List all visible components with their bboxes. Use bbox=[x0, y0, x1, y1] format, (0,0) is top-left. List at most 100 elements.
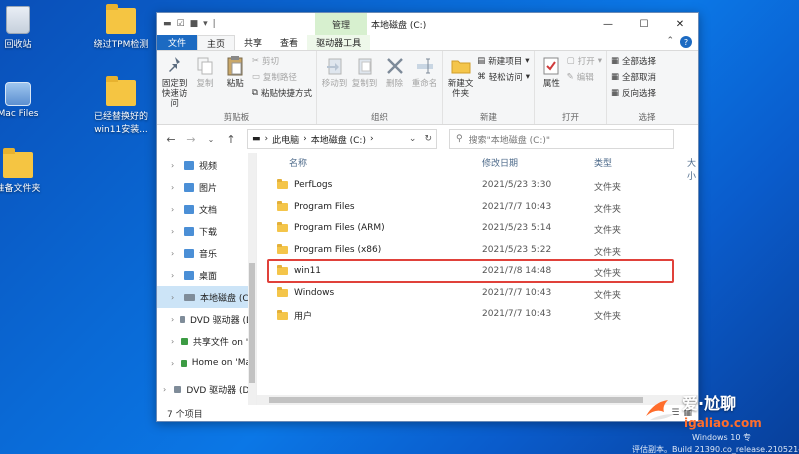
address-dropdown-icon[interactable]: ⌄ bbox=[409, 134, 417, 144]
nav-item-dvd-drive-root[interactable]: › DVD 驱动器 (D:) bbox=[157, 378, 256, 400]
file-row[interactable]: Program Files (x86) 2021/5/23 5:22 文件夹 bbox=[257, 240, 698, 262]
scrollbar-thumb[interactable] bbox=[269, 397, 643, 403]
column-header-name[interactable]: 名称 bbox=[289, 156, 307, 169]
nav-item-label: 本地磁盘 (C:) bbox=[200, 293, 256, 304]
copy-path-button[interactable]: ▭ 复制路径 bbox=[252, 71, 312, 83]
nav-item-dvd-drive[interactable]: › DVD 驱动器 (D: bbox=[157, 308, 256, 330]
move-to-button[interactable]: 移动到 bbox=[321, 54, 348, 110]
scrollbar-thumb[interactable] bbox=[249, 263, 255, 383]
file-row[interactable]: 用户 2021/7/7 10:43 文件夹 bbox=[257, 304, 698, 326]
paste-shortcut-button[interactable]: ⧉ 粘贴快捷方式 bbox=[252, 87, 312, 99]
select-all-button[interactable]: ▦ 全部选择 bbox=[611, 55, 656, 67]
recent-dropdown-icon[interactable]: ⌄ bbox=[203, 131, 219, 147]
ribbon-group-label: 选择 bbox=[638, 113, 656, 123]
folder-icon bbox=[277, 243, 288, 254]
horizontal-scrollbar[interactable] bbox=[257, 395, 698, 405]
delete-button[interactable]: 删除 bbox=[381, 54, 408, 110]
paste-button[interactable]: 粘贴 bbox=[222, 54, 249, 110]
nav-item-music[interactable]: › 音乐 bbox=[157, 242, 256, 264]
file-date: 2021/7/8 14:48 bbox=[482, 266, 552, 276]
expand-chevron-icon[interactable]: › bbox=[171, 227, 179, 236]
rename-button[interactable]: 重命名 bbox=[411, 54, 438, 110]
expand-chevron-icon[interactable]: › bbox=[171, 315, 175, 324]
file-row[interactable]: PerfLogs 2021/5/23 3:30 文件夹 bbox=[257, 175, 698, 197]
new-folder-button[interactable]: 新建文件夹 bbox=[447, 54, 474, 110]
new-folder-qat-icon[interactable]: ■ bbox=[190, 19, 199, 29]
expand-chevron-icon[interactable]: › bbox=[171, 205, 179, 214]
nav-item-videos[interactable]: › 视频 bbox=[157, 154, 256, 176]
file-row-win11[interactable]: win11 2021/7/8 14:48 文件夹 bbox=[257, 259, 698, 283]
expand-chevron-icon[interactable]: › bbox=[171, 293, 179, 302]
navigation-pane-scrollbar[interactable] bbox=[248, 153, 256, 405]
expand-chevron-icon[interactable]: › bbox=[171, 249, 179, 258]
nav-item-shared-files[interactable]: › 共享文件 on 'M bbox=[157, 330, 256, 352]
tab-home[interactable]: 主页 bbox=[197, 35, 236, 50]
nav-item-pictures[interactable]: › 图片 bbox=[157, 176, 256, 198]
search-box[interactable]: ⚲ 搜索"本地磁盘 (C:)" bbox=[449, 129, 674, 149]
expand-chevron-icon[interactable]: › bbox=[171, 337, 176, 346]
tab-drive-tools[interactable]: 驱动器工具 bbox=[307, 35, 371, 50]
select-none-button[interactable]: ▦ 全部取消 bbox=[611, 71, 656, 83]
file-row[interactable]: Program Files 2021/7/7 10:43 文件夹 bbox=[257, 197, 698, 219]
desktop-icon-label: Mac Files bbox=[0, 109, 39, 119]
desktop-icon-win11-installer[interactable]: 已经替换好的win11安装... bbox=[86, 76, 156, 135]
forward-arrow-icon[interactable]: → bbox=[183, 131, 199, 147]
close-button[interactable]: ✕ bbox=[662, 13, 698, 35]
edit-button[interactable]: ✎ 编辑 bbox=[567, 71, 602, 83]
nav-item-downloads[interactable]: › 下载 bbox=[157, 220, 256, 242]
new-item-button[interactable]: ▤ 新建项目 ▾ bbox=[477, 55, 530, 67]
help-icon[interactable]: ? bbox=[680, 36, 692, 48]
status-bar: 7 个项目 ☰ ▦ bbox=[157, 405, 698, 421]
downloads-folder-icon bbox=[184, 226, 194, 236]
nav-item-desktop[interactable]: › 桌面 bbox=[157, 264, 256, 286]
expand-chevron-icon[interactable]: › bbox=[171, 161, 179, 170]
pin-quick-access-button[interactable]: 固定到快速访问 bbox=[161, 54, 188, 110]
copy-button[interactable]: 复制 bbox=[191, 54, 218, 110]
ribbon-group-label: 剪贴板 bbox=[223, 113, 250, 123]
back-arrow-icon[interactable]: ← bbox=[163, 131, 179, 147]
desktop-icon-folder[interactable]: 准备文件夹 bbox=[0, 148, 53, 194]
desktop-icon-mac-files[interactable]: Mac Files bbox=[0, 82, 53, 119]
properties-label: 属性 bbox=[542, 79, 560, 89]
easy-access-button[interactable]: ⌘ 轻松访问 ▾ bbox=[477, 71, 530, 83]
tab-view[interactable]: 查看 bbox=[271, 35, 307, 50]
nav-item-documents[interactable]: › 文档 bbox=[157, 198, 256, 220]
expand-chevron-icon[interactable]: › bbox=[171, 359, 176, 368]
nav-item-label: DVD 驱动器 (D: bbox=[189, 315, 256, 326]
context-tab-manage[interactable]: 管理 bbox=[315, 13, 367, 35]
separator-icon: | bbox=[212, 19, 216, 29]
up-arrow-icon[interactable]: ↑ bbox=[223, 131, 239, 147]
expand-chevron-icon[interactable]: › bbox=[171, 183, 179, 192]
breadcrumb-this-pc[interactable]: 此电脑 bbox=[272, 133, 299, 146]
file-row[interactable]: Windows 2021/7/7 10:43 文件夹 bbox=[257, 283, 698, 305]
file-type: 文件夹 bbox=[594, 312, 622, 322]
watermark-logo-icon bbox=[646, 400, 674, 420]
address-bar[interactable]: ▬ › 此电脑 › 本地磁盘 (C:) › ⌄ ↻ bbox=[247, 129, 437, 149]
copy-to-button[interactable]: 复制到 bbox=[351, 54, 378, 110]
properties-qat-icon[interactable]: ☑ bbox=[177, 19, 185, 29]
address-chevron-icon: › bbox=[369, 134, 374, 144]
refresh-icon[interactable]: ↻ bbox=[424, 134, 432, 144]
minimize-button[interactable]: — bbox=[590, 13, 626, 35]
column-header-date-modified[interactable]: 修改日期 bbox=[482, 156, 518, 169]
nav-item-home-on-mac[interactable]: › Home on 'Mac bbox=[157, 352, 256, 374]
file-row[interactable]: Program Files (ARM) 2021/5/23 5:14 文件夹 bbox=[257, 218, 698, 240]
expand-chevron-icon[interactable]: › bbox=[163, 385, 169, 394]
column-header-type[interactable]: 类型 bbox=[594, 156, 612, 169]
expand-chevron-icon[interactable]: › bbox=[171, 271, 179, 280]
open-button[interactable]: ▢ 打开 ▾ bbox=[567, 55, 602, 67]
navigation-bar: ← → ⌄ ↑ ▬ › 此电脑 › 本地磁盘 (C:) › ⌄ ↻ ⚲ 搜索"本… bbox=[157, 125, 698, 153]
tab-file[interactable]: 文件 bbox=[157, 35, 198, 50]
tab-share[interactable]: 共享 bbox=[235, 35, 271, 50]
cut-button[interactable]: ✂ 剪切 bbox=[252, 55, 312, 67]
file-type: 文件夹 bbox=[594, 226, 622, 236]
qat-dropdown-icon[interactable]: ▾ bbox=[203, 19, 208, 29]
nav-item-local-disk-c[interactable]: › 本地磁盘 (C:) bbox=[157, 286, 256, 308]
desktop-icon-bypass-tpm[interactable]: 绕过TPM检测 bbox=[86, 4, 156, 50]
desktop-icon-recycle-bin[interactable]: 回收站 bbox=[0, 6, 53, 50]
collapse-ribbon-icon[interactable]: ⌃ bbox=[666, 36, 674, 46]
properties-button[interactable]: 属性 bbox=[539, 54, 564, 110]
breadcrumb-local-disk[interactable]: 本地磁盘 (C:) bbox=[311, 133, 366, 146]
invert-selection-button[interactable]: ▦ 反向选择 bbox=[611, 87, 656, 99]
maximize-button[interactable]: ☐ bbox=[626, 13, 662, 35]
